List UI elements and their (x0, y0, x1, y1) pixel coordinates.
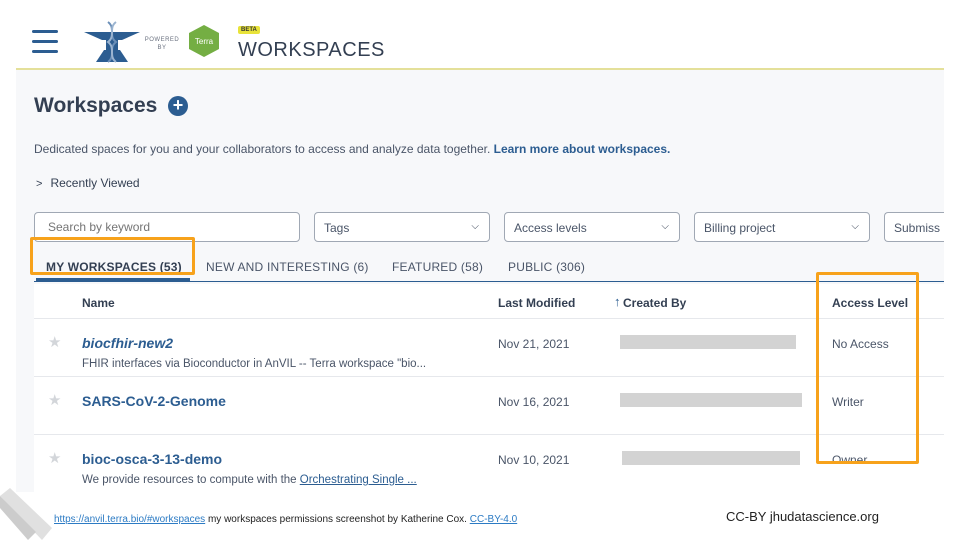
chevron-down-icon: ⌵ (851, 221, 859, 232)
table-row[interactable]: ★ SARS-CoV-2-Genome Nov 16, 2021 Writer (34, 376, 944, 434)
tab-new-and-interesting[interactable]: NEW AND INTERESTING (6) (206, 260, 369, 274)
chevron-down-icon: ⌵ (661, 221, 669, 232)
submission-dropdown[interactable]: Submiss (884, 212, 944, 242)
star-icon[interactable]: ★ (48, 449, 61, 467)
access-level-value: Writer (832, 395, 864, 409)
tab-featured[interactable]: FEATURED (58) (392, 260, 483, 274)
page-title: Workspaces (34, 94, 158, 117)
add-workspace-icon[interactable]: + (168, 96, 188, 116)
page-description: Dedicated spaces for you and your collab… (34, 142, 670, 156)
recently-viewed-label: Recently Viewed (50, 176, 140, 190)
workspace-name-link[interactable]: SARS-CoV-2-Genome (82, 393, 226, 409)
submission-dropdown-label: Submiss (894, 221, 941, 235)
last-modified-date: Nov 10, 2021 (498, 453, 570, 467)
chevron-right-icon: > (36, 178, 43, 190)
tags-dropdown[interactable]: Tags ⌵ (314, 212, 490, 242)
screenshot-panel: POWERED BY Terra BETA WORKSPACES Workspa… (16, 14, 944, 492)
last-modified-date: Nov 16, 2021 (498, 395, 570, 409)
slide: POWERED BY Terra BETA WORKSPACES Workspa… (0, 0, 960, 540)
workspace-name-link[interactable]: bioc-osca-3-13-demo (82, 451, 222, 467)
menu-icon[interactable] (32, 30, 58, 54)
source-url-link[interactable]: https://anvil.terra.bio/#workspaces (54, 514, 205, 525)
access-level-value: Owner (832, 453, 868, 467)
star-icon[interactable]: ★ (48, 391, 61, 409)
corner-decoration-icon (0, 488, 52, 540)
caption-text: my workspaces permissions screenshot by … (205, 514, 470, 525)
workspace-description: FHIR interfaces via Bioconductor in AnVI… (82, 358, 427, 370)
redacted-creator (620, 335, 796, 349)
anvil-logo-icon (84, 21, 140, 63)
powered-by-label: POWERED BY (144, 37, 180, 51)
column-header-name[interactable]: Name (82, 296, 115, 310)
active-tab-indicator (36, 278, 190, 282)
access-levels-dropdown[interactable]: Access levels ⌵ (504, 212, 680, 242)
billing-project-dropdown-label: Billing project (704, 221, 776, 235)
tab-public[interactable]: PUBLIC (306) (508, 260, 585, 274)
redacted-creator (620, 393, 802, 407)
tab-my-workspaces[interactable]: MY WORKSPACES (53) (46, 260, 182, 274)
description-text: Dedicated spaces for you and your collab… (34, 142, 491, 156)
orchestrating-single-cell-link[interactable]: Orchestrating Single ... (300, 474, 417, 486)
billing-project-dropdown[interactable]: Billing project ⌵ (694, 212, 870, 242)
app-title: WORKSPACES (238, 39, 385, 61)
workspace-description-text: We provide resources to compute with the (82, 474, 300, 486)
workspace-name-link[interactable]: biocfhir-new2 (82, 335, 173, 351)
table-row[interactable]: ★ biocfhir-new2 FHIR interfaces via Bioc… (34, 318, 944, 376)
learn-more-link[interactable]: Learn more about workspaces. (494, 142, 671, 156)
top-bar: POWERED BY Terra BETA WORKSPACES (16, 14, 944, 70)
access-levels-dropdown-label: Access levels (514, 221, 587, 235)
beta-badge: BETA (238, 26, 260, 34)
column-header-last-modified[interactable]: Last Modified (498, 296, 575, 310)
license-link[interactable]: CC-BY-4.0 (470, 514, 517, 525)
star-icon[interactable]: ★ (48, 333, 61, 351)
credit-text: CC-BY jhudatascience.org (726, 509, 879, 524)
recently-viewed-toggle[interactable]: > Recently Viewed (36, 176, 140, 190)
terra-logo-icon: Terra (189, 25, 219, 57)
chevron-down-icon: ⌵ (471, 221, 479, 232)
redacted-creator (622, 451, 800, 465)
image-caption: https://anvil.terra.bio/#workspaces my w… (54, 514, 517, 525)
table-row[interactable]: ★ bioc-osca-3-13-demo We provide resourc… (34, 434, 944, 492)
workspace-description: We provide resources to compute with the… (82, 474, 417, 486)
column-header-created-by[interactable]: Created By (623, 296, 686, 310)
column-header-access-level[interactable]: Access Level (832, 296, 908, 310)
access-level-value: No Access (832, 337, 889, 351)
sort-ascending-icon[interactable]: ↑ (614, 294, 621, 309)
last-modified-date: Nov 21, 2021 (498, 337, 570, 351)
terra-logo-text: Terra (195, 37, 214, 46)
tags-dropdown-label: Tags (324, 221, 350, 235)
workspace-tabs: MY WORKSPACES (53) NEW AND INTERESTING (… (34, 252, 944, 282)
workspaces-table: Name Last Modified ↑ Created By Access L… (34, 284, 944, 492)
search-input[interactable] (34, 212, 300, 242)
main-content: Workspaces + Dedicated spaces for you an… (16, 72, 944, 492)
